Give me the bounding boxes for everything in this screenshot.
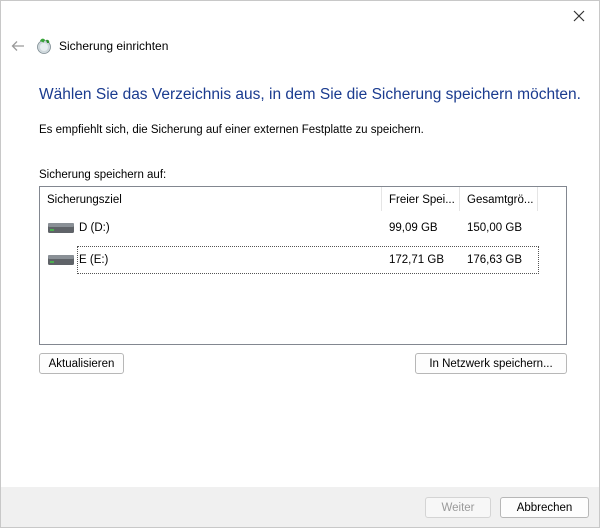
- column-header-free-space[interactable]: Freier Spei...: [382, 187, 460, 211]
- close-button[interactable]: [565, 5, 593, 27]
- navigation-bar: Sicherung einrichten: [7, 35, 168, 57]
- backup-destination-list[interactable]: Sicherungsziel Freier Spei... Gesamtgrö.…: [39, 186, 567, 345]
- backup-setup-window: Sicherung einrichten Wählen Sie das Verz…: [0, 0, 600, 528]
- backup-app-icon: [37, 38, 51, 54]
- list-header: Sicherungsziel Freier Spei... Gesamtgrö.…: [40, 187, 566, 211]
- list-item[interactable]: E (E:) 172,71 GB 176,63 GB: [40, 246, 566, 274]
- column-header-destination[interactable]: Sicherungsziel: [40, 187, 382, 211]
- save-to-network-button[interactable]: In Netzwerk speichern...: [415, 353, 567, 374]
- cancel-button[interactable]: Abbrechen: [500, 497, 589, 518]
- drive-name: D (D:): [79, 222, 110, 234]
- recommendation-text: Es empfiehlt sich, die Sicherung auf ein…: [39, 124, 424, 136]
- drive-total-size: 150,00 GB: [467, 222, 522, 234]
- refresh-button[interactable]: Aktualisieren: [39, 353, 124, 374]
- page-heading: Wählen Sie das Verzeichnis aus, in dem S…: [39, 86, 581, 103]
- window-title: Sicherung einrichten: [59, 39, 169, 53]
- list-item[interactable]: D (D:) 99,09 GB 150,00 GB: [40, 214, 566, 242]
- drive-free-space: 99,09 GB: [389, 222, 438, 234]
- drive-total-size: 176,63 GB: [467, 254, 522, 266]
- destination-list-label: Sicherung speichern auf:: [39, 169, 167, 181]
- drive-icon: [48, 223, 74, 233]
- back-button[interactable]: [7, 35, 29, 57]
- drive-icon: [48, 255, 74, 265]
- drive-free-space: 172,71 GB: [389, 254, 444, 266]
- drive-name: E (E:): [79, 254, 109, 266]
- close-icon: [573, 10, 585, 22]
- column-header-total-size[interactable]: Gesamtgrö...: [460, 187, 538, 211]
- next-button[interactable]: Weiter: [425, 497, 491, 518]
- back-arrow-icon: [11, 41, 24, 51]
